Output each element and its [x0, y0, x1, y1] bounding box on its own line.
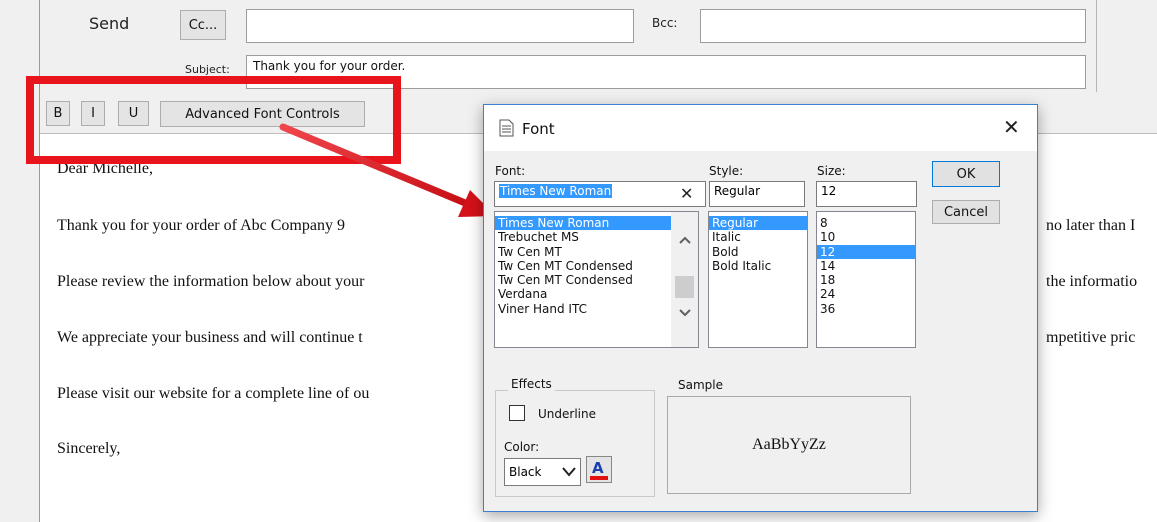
font-name-value: Times New Roman	[499, 184, 613, 198]
scroll-down-icon[interactable]	[679, 308, 691, 318]
style-list-item[interactable]: Italic	[709, 230, 807, 244]
font-list[interactable]: Times New Roman Trebuchet MS Tw Cen MT Tw C…	[494, 211, 699, 348]
font-list-item[interactable]: Trebuchet MS	[495, 230, 698, 244]
scroll-up-icon[interactable]	[679, 235, 691, 245]
clear-text-icon[interactable]: ✕	[680, 184, 693, 203]
font-list-scrollbar[interactable]	[671, 212, 698, 347]
size-list-item[interactable]: 14	[817, 259, 915, 273]
font-list-item[interactable]: Verdana	[495, 287, 698, 301]
style-list-item[interactable]: Bold Italic	[709, 259, 807, 273]
svg-text:A: A	[592, 459, 604, 477]
font-list-item[interactable]: Tw Cen MT Condensed	[495, 273, 698, 287]
font-name-input[interactable]: Times New Roman	[494, 181, 706, 207]
size-list[interactable]: 8 10 12 14 18 24 36	[816, 211, 916, 348]
style-list[interactable]: Regular Italic Bold Bold Italic	[708, 211, 808, 348]
font-list-item[interactable]: Viner Hand ITC	[495, 302, 698, 316]
style-label: Style:	[709, 164, 744, 178]
scrollbar-thumb[interactable]	[675, 276, 694, 298]
size-list-item[interactable]: 36	[817, 302, 915, 316]
font-list-item[interactable]: Tw Cen MT	[495, 245, 698, 259]
size-label: Size:	[817, 164, 846, 178]
dialog-title: Font	[522, 120, 555, 138]
size-list-item[interactable]: 18	[817, 273, 915, 287]
sample-label: Sample	[675, 378, 726, 392]
font-list-item[interactable]: Tw Cen MT Condensed	[495, 259, 698, 273]
font-list-item[interactable]: Times New Roman	[495, 216, 698, 231]
color-select[interactable]: Black	[504, 458, 581, 486]
font-dialog: Font ✕ Font: Style: Size: Times New Roma…	[483, 104, 1038, 512]
effects-label: Effects	[508, 377, 555, 391]
dialog-titlebar	[484, 105, 1037, 151]
underline-label[interactable]: Underline	[538, 407, 596, 421]
color-label: Color:	[504, 440, 540, 454]
style-list-item[interactable]: Bold	[709, 245, 807, 259]
color-value: Black	[509, 465, 542, 479]
underline-checkbox[interactable]	[509, 405, 525, 421]
sample-text: AaBbYyZz	[752, 436, 826, 453]
size-list-item[interactable]: 10	[817, 230, 915, 244]
size-list-item[interactable]: 24	[817, 287, 915, 301]
style-list-item[interactable]: Regular	[709, 216, 807, 231]
size-list-item[interactable]: 12	[817, 244, 915, 259]
font-color-icon: A	[590, 459, 608, 480]
close-icon[interactable]: ✕	[1003, 115, 1020, 139]
font-color-button[interactable]: A	[586, 456, 612, 483]
dropdown-chevron-icon	[562, 467, 576, 477]
size-list-item[interactable]: 8	[817, 216, 915, 230]
font-label: Font:	[495, 164, 526, 178]
ok-button[interactable]: OK	[932, 161, 1000, 187]
size-input[interactable]: 12	[816, 181, 917, 207]
cancel-button[interactable]: Cancel	[932, 200, 1000, 224]
document-icon	[499, 119, 514, 137]
style-input[interactable]: Regular	[709, 181, 805, 207]
